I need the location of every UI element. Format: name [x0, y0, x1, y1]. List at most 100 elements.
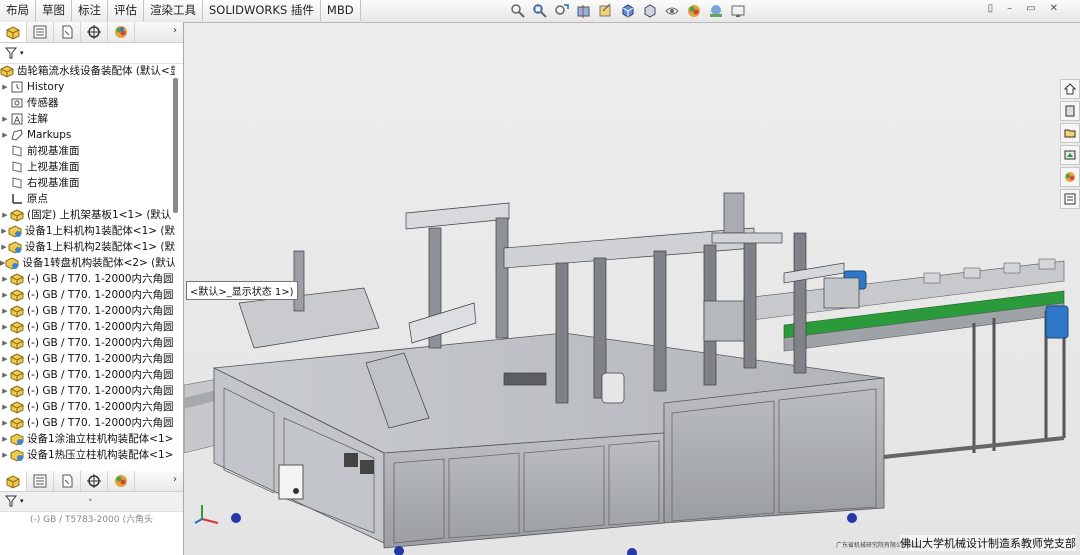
expand-arrow-icon[interactable]: ▶: [0, 367, 10, 383]
close-icon[interactable]: ✕: [1050, 3, 1058, 14]
design-library-icon[interactable]: [1060, 101, 1080, 121]
filter-icon[interactable]: [5, 495, 19, 507]
tree-item[interactable]: ▶ 设备1热压立柱机构装配体<1>: [0, 447, 175, 463]
zoom-area-icon[interactable]: [532, 3, 548, 19]
expand-arrow-icon[interactable]: ▶: [0, 447, 10, 463]
tab-solidworks-addins[interactable]: SOLIDWORKS 插件: [203, 0, 321, 21]
section-view-icon[interactable]: [576, 3, 592, 19]
file-explorer-icon[interactable]: [1060, 123, 1080, 143]
expand-arrow-icon[interactable]: ▶: [0, 319, 10, 335]
tree-item[interactable]: 右视基准面: [0, 175, 175, 191]
tree-item[interactable]: ▶ (-) GB / T70. 1-2000内六角圆: [0, 335, 175, 351]
display-manager-icon: [115, 475, 127, 487]
tab-render-tools[interactable]: 渲染工具: [144, 0, 203, 21]
tree-item[interactable]: ▶ History: [0, 79, 175, 95]
tab-sketch[interactable]: 草图: [36, 0, 72, 21]
tree-item[interactable]: ▶ (-) GB / T70. 1-2000内六角圆: [0, 351, 175, 367]
tree-item[interactable]: ▶ (-) GB / T70. 1-2000内六角圆: [0, 287, 175, 303]
lower-dimxpert-manager-tab[interactable]: [81, 471, 108, 491]
expand-arrow-icon[interactable]: ▶: [0, 111, 10, 127]
tab-evaluate[interactable]: 评估: [108, 0, 144, 21]
tree-item[interactable]: ▶ (-) GB / T70. 1-2000内六角圆: [0, 319, 175, 335]
tree-root-assembly[interactable]: 齿轮箱流水线设备装配体 (默认<显: [0, 63, 175, 79]
view-settings-icon[interactable]: [730, 3, 746, 19]
tree-scrollbar[interactable]: [173, 78, 178, 213]
configuration-icon: [62, 25, 73, 39]
hide-show-icon[interactable]: [664, 3, 680, 19]
tree-item[interactable]: ▶ 设备1上料机构2装配体<1> (默: [0, 239, 175, 255]
dynamic-annotation-icon[interactable]: [598, 3, 614, 19]
expand-arrow-icon[interactable]: ▶: [0, 431, 10, 447]
restore-icon[interactable]: ▯: [988, 3, 994, 14]
svg-text:A: A: [14, 116, 21, 126]
feature-manager-tab[interactable]: [0, 22, 27, 42]
expand-arrow-icon[interactable]: ▶: [0, 335, 10, 351]
lower-display-manager-tab[interactable]: [108, 471, 135, 491]
expand-arrow-icon[interactable]: ▶: [0, 127, 10, 143]
home-icon[interactable]: [1060, 79, 1080, 99]
tree-item[interactable]: ▶ 设备1上料机构1装配体<1> (默: [0, 223, 175, 239]
lower-tree-partial-row[interactable]: (-) GB / T5783-2000 (六角头: [0, 512, 213, 525]
expand-arrow-icon[interactable]: ▶: [0, 383, 10, 399]
sensor-icon: [11, 98, 23, 108]
tree-item-label: (-) GB / T70. 1-2000内六角圆: [27, 273, 174, 285]
expand-arrow-icon[interactable]: ▶: [0, 223, 8, 239]
previous-view-icon[interactable]: [554, 3, 570, 19]
lower-property-manager-tab[interactable]: [27, 471, 54, 491]
tree-item[interactable]: ▶ (-) GB / T70. 1-2000内六角圆: [0, 399, 175, 415]
tree-item[interactable]: ▶ 设备1转盘机构装配体<2> (默认: [0, 255, 175, 271]
tab-layout[interactable]: 布局: [0, 0, 36, 21]
apply-scene-icon[interactable]: [708, 3, 724, 19]
subassembly-icon: [8, 225, 22, 238]
tree-item[interactable]: ▶ (固定) 上机架基板1<1> (默认: [0, 207, 175, 223]
dimxpert-manager-tab[interactable]: [81, 22, 108, 42]
tree-item[interactable]: 上视基准面: [0, 159, 175, 175]
display-style-icon[interactable]: [642, 3, 658, 19]
expand-arrow-icon[interactable]: ▶: [0, 271, 10, 287]
configuration-manager-tab[interactable]: [54, 22, 81, 42]
graphics-area[interactable]: 广东省机械研究院有限公司制作 佛山大学机械设计制造系教师党支部: [184, 23, 1080, 555]
tab-mbd[interactable]: MBD: [320, 0, 361, 21]
tree-item[interactable]: ▶ Markups: [0, 127, 175, 143]
filter-dropdown-icon[interactable]: ▾: [20, 497, 24, 505]
tree-item[interactable]: 传感器: [0, 95, 175, 111]
expand-arrow-icon[interactable]: ▶: [0, 79, 10, 95]
expand-arrow-icon[interactable]: ▶: [0, 351, 10, 367]
tab-markup[interactable]: 标注: [72, 0, 108, 21]
zoom-fit-icon[interactable]: [510, 3, 526, 19]
expand-arrow-icon[interactable]: ▶: [0, 207, 10, 223]
chevron-right-icon[interactable]: ›: [173, 474, 177, 485]
minimize-icon[interactable]: –: [1007, 3, 1012, 14]
part-icon: [10, 305, 24, 318]
expand-arrow-icon[interactable]: ▶: [0, 399, 10, 415]
chevron-right-icon[interactable]: ›: [173, 25, 177, 36]
tree-item[interactable]: 原点: [0, 191, 175, 207]
appearances-icon[interactable]: [1060, 167, 1080, 187]
tree-item[interactable]: ▶ (-) GB / T70. 1-2000内六角圆: [0, 367, 175, 383]
custom-properties-icon[interactable]: [1060, 189, 1080, 209]
tree-item[interactable]: ▶ A 注解: [0, 111, 175, 127]
assembly-model[interactable]: [184, 23, 1080, 555]
tree-item[interactable]: ▶ 设备1涂油立柱机构装配体<1>: [0, 431, 175, 447]
lower-configuration-manager-tab[interactable]: [54, 471, 81, 491]
expand-arrow-icon[interactable]: ▶: [0, 415, 10, 431]
lower-feature-manager-tab[interactable]: [0, 471, 27, 491]
edit-appearance-icon[interactable]: [686, 3, 702, 19]
expand-arrow-icon[interactable]: ▶: [0, 303, 10, 319]
property-manager-tab[interactable]: [27, 22, 54, 42]
tree-item[interactable]: 前视基准面: [0, 143, 175, 159]
tree-item[interactable]: ▶ (-) GB / T70. 1-2000内六角圆: [0, 303, 175, 319]
filter-icon[interactable]: [5, 47, 19, 59]
machine-table[interactable]: [212, 332, 885, 555]
display-manager-tab[interactable]: [108, 22, 135, 42]
view-orientation-icon[interactable]: [620, 3, 636, 19]
view-palette-icon[interactable]: [1060, 145, 1080, 165]
filter-dropdown-icon[interactable]: ▾: [20, 49, 24, 57]
tree-item[interactable]: ▶ (-) GB / T70. 1-2000内六角圆: [0, 415, 175, 431]
tree-item-label: (-) GB / T70. 1-2000内六角圆: [27, 417, 174, 429]
tree-item[interactable]: ▶ (-) GB / T70. 1-2000内六角圆: [0, 271, 175, 287]
maximize-icon[interactable]: ▭: [1026, 3, 1035, 14]
expand-arrow-icon[interactable]: ▶: [0, 287, 10, 303]
expand-arrow-icon[interactable]: ▶: [0, 239, 8, 255]
tree-item[interactable]: ▶ (-) GB / T70. 1-2000内六角圆: [0, 383, 175, 399]
